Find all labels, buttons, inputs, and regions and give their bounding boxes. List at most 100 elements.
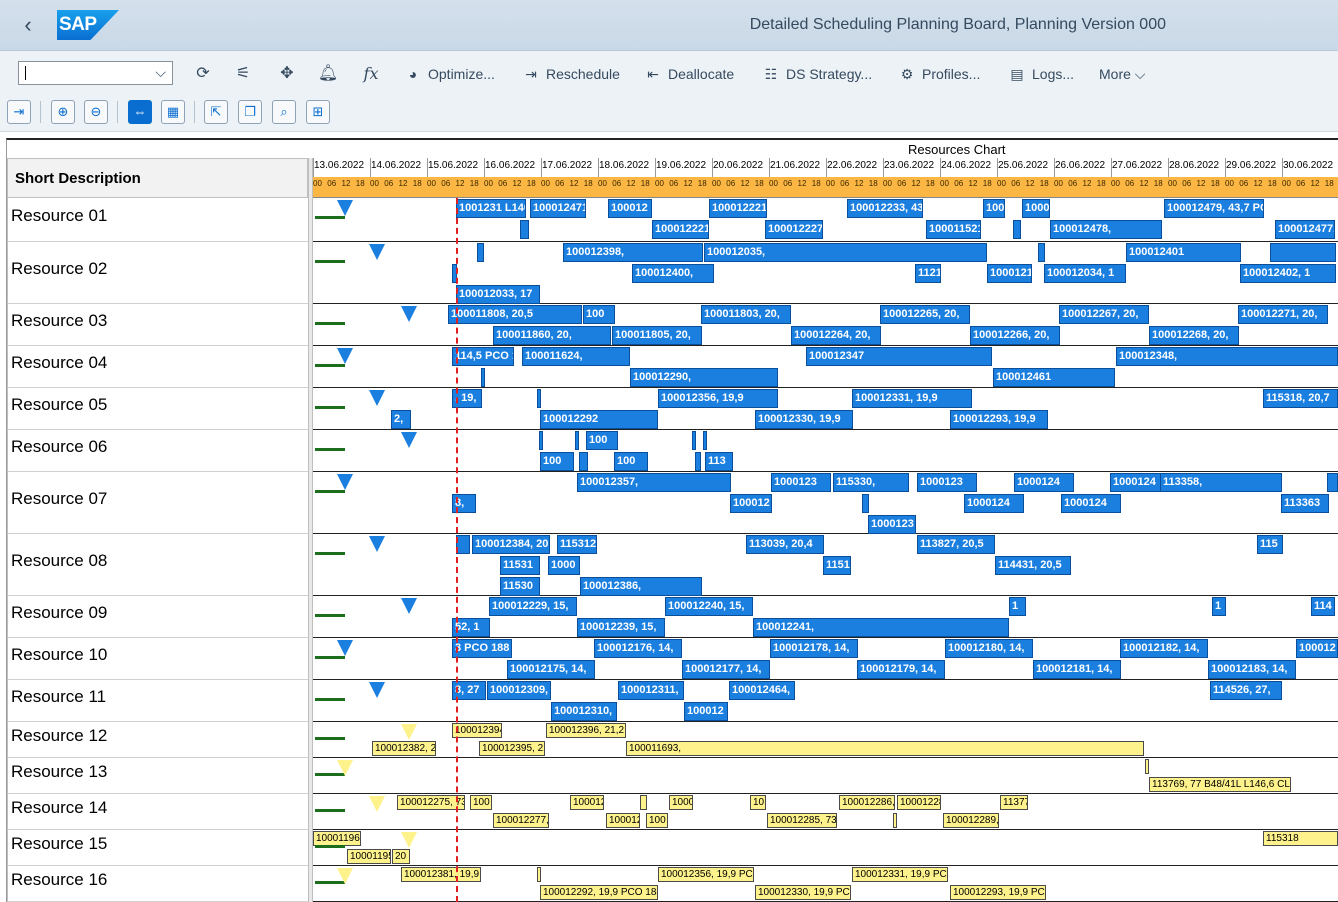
operation-bar[interactable]: 100012330, 19,9 <box>755 410 853 429</box>
operation-bar[interactable]: 114431, 20,5 <box>995 556 1071 575</box>
fit-icon[interactable]: ⇔ <box>128 100 152 124</box>
operation-bar[interactable]: 100012229, 15, <box>489 597 577 616</box>
resource-row[interactable]: Resource 06 <box>7 430 308 472</box>
operation-bar[interactable]: 100012 <box>1296 639 1338 658</box>
more-button[interactable]: More ⌵ <box>1099 64 1145 84</box>
operation-bar[interactable]: 100012265, 20, <box>880 305 970 324</box>
refresh-icon[interactable]: ⟳ <box>192 64 214 84</box>
operation-bar[interactable] <box>1013 220 1021 239</box>
ds-strategy-button[interactable]: ☷ DS Strategy... <box>762 64 872 84</box>
operation-bar[interactable]: 100012330, 19,9 PCO <box>755 885 851 900</box>
operation-bar[interactable]: 1000123 <box>771 473 831 492</box>
operation-bar[interactable]: 100 <box>614 452 648 471</box>
operation-bar[interactable]: 1000124 <box>1061 494 1121 513</box>
operation-bar[interactable]: 100012348, <box>1116 347 1338 366</box>
operation-bar[interactable]: 20 <box>392 849 410 864</box>
operation-bar[interactable]: 1000123 <box>868 515 916 534</box>
operation-bar[interactable] <box>703 431 707 450</box>
operation-bar[interactable]: 100012356, 19,9 <box>658 389 778 408</box>
operation-bar[interactable]: 100012471 <box>530 199 586 218</box>
operation-bar[interactable]: 100011805, 20, <box>612 326 702 345</box>
context-icon[interactable]: ⚟ <box>232 64 254 84</box>
operation-bar[interactable]: 100012227 <box>765 220 823 239</box>
resource-row[interactable]: Resource 15 <box>7 830 308 866</box>
operation-bar[interactable]: 113039, 20,4 <box>746 535 824 554</box>
resource-row[interactable]: Resource 10 <box>7 638 308 680</box>
operation-bar[interactable]: 1000124 <box>1014 473 1074 492</box>
resource-row[interactable]: Resource 07 <box>7 472 308 534</box>
operation-bar[interactable] <box>477 243 484 262</box>
milestone-marker[interactable] <box>369 796 385 812</box>
operation-bar[interactable]: 1000 <box>548 556 580 575</box>
collapse-icon[interactable]: ⇥ <box>7 100 31 124</box>
milestone-marker[interactable] <box>369 536 385 552</box>
operation-bar[interactable] <box>1145 759 1149 774</box>
operation-bar[interactable]: 100012293, 19,9 PCO <box>950 885 1046 900</box>
chevron-down-icon[interactable]: ⌵ <box>155 64 166 81</box>
operation-bar[interactable]: 100012241, <box>753 618 1009 637</box>
operation-bar[interactable]: 115 <box>1257 535 1283 554</box>
operation-bar[interactable]: 100012286, <box>839 795 895 810</box>
operation-bar[interactable] <box>579 452 588 471</box>
operation-bar[interactable]: 100012331, 19,9 PCO <box>852 867 948 882</box>
resource-row[interactable]: Resource 13 <box>7 758 308 794</box>
milestone-marker[interactable] <box>401 432 417 448</box>
operation-bar[interactable]: 10001228 <box>897 795 941 810</box>
operation-bar[interactable] <box>893 813 897 828</box>
operation-bar[interactable]: 100011803, 20, <box>701 305 791 324</box>
operation-bar[interactable]: 3 PCO 188 <box>452 639 512 658</box>
resource-row[interactable]: Resource 01 <box>7 198 308 242</box>
milestone-marker[interactable] <box>337 348 353 364</box>
bell-icon[interactable]: 🔔︎ <box>317 64 339 84</box>
operation-bar[interactable]: 100 <box>583 305 615 324</box>
milestone-marker[interactable] <box>337 760 353 776</box>
operation-bar[interactable]: 100012386, <box>580 577 702 596</box>
milestone-marker[interactable] <box>369 244 385 260</box>
operation-bar[interactable]: 100011521 <box>926 220 981 239</box>
operation-bar[interactable]: 1 <box>1212 597 1226 616</box>
operation-bar[interactable]: 11530 <box>500 577 540 596</box>
milestone-marker[interactable] <box>337 868 353 884</box>
operation-bar[interactable]: 100 <box>983 199 1005 218</box>
optimize-button[interactable]: ◕ Optimize... <box>404 64 495 84</box>
resource-row[interactable]: Resource 09 <box>7 596 308 638</box>
operation-bar[interactable]: 100012356, 19,9 PCO <box>658 867 754 882</box>
operation-bar[interactable]: 100012239, 15, <box>577 618 665 637</box>
operation-bar[interactable]: 115312 <box>557 535 597 554</box>
resource-row[interactable]: Resource 05 <box>7 388 308 430</box>
operation-bar[interactable]: 100012033, 17 <box>456 285 540 304</box>
operation-bar[interactable]: 100012347 <box>806 347 992 366</box>
zoom-in-icon[interactable]: ⊕ <box>51 100 75 124</box>
operation-bar[interactable]: 100012034, 1 <box>1044 264 1126 283</box>
operation-bar[interactable] <box>481 368 485 387</box>
operation-bar[interactable]: 100012221 <box>652 220 709 239</box>
operation-bar[interactable]: 100012180, 14, <box>945 639 1033 658</box>
operation-bar[interactable]: 100012290, <box>630 368 778 387</box>
operation-bar[interactable]: 100012402, 1 <box>1240 264 1336 283</box>
operation-bar[interactable]: 100012395, 21 <box>479 741 545 756</box>
operation-bar[interactable]: 114,5 PCO 1 <box>452 347 514 366</box>
operation-bar[interactable] <box>520 220 529 239</box>
deallocate-button[interactable]: ⇤ Deallocate <box>644 64 734 84</box>
operation-bar[interactable]: 100012464, <box>729 681 795 700</box>
reschedule-button[interactable]: ⇥ Reschedule <box>522 64 620 84</box>
operation-bar[interactable] <box>640 795 647 810</box>
operation-bar[interactable]: 100012477, <box>1275 220 1335 239</box>
operation-bar[interactable] <box>537 867 541 882</box>
operation-bar[interactable]: 100012285, 73 B <box>767 813 837 828</box>
operation-bar[interactable]: 100012401 <box>1126 243 1241 262</box>
operation-bar[interactable]: 100012398, <box>563 243 703 262</box>
operation-bar[interactable]: 100012 <box>570 795 604 810</box>
operation-bar[interactable]: 100012461 <box>993 368 1115 387</box>
operation-bar[interactable]: 113827, 20,5 <box>917 535 995 554</box>
operation-bar[interactable]: 100012292 <box>540 410 658 429</box>
logs-button[interactable]: ▤ Logs... <box>1008 64 1074 84</box>
operation-bar[interactable]: 100012396, 21,2 <box>546 723 626 738</box>
copy-icon[interactable]: ❐ <box>238 100 262 124</box>
operation-bar[interactable]: 100011693, <box>626 741 1144 756</box>
operation-bar[interactable]: 113769, 77 B48/41L L146,6 CL <box>1149 777 1291 792</box>
operation-bar[interactable]: 100012182, 14, <box>1120 639 1208 658</box>
operation-bar[interactable] <box>1038 243 1045 262</box>
operation-bar[interactable]: 1000121 <box>987 264 1032 283</box>
operation-bar[interactable]: 1000 <box>669 795 693 810</box>
